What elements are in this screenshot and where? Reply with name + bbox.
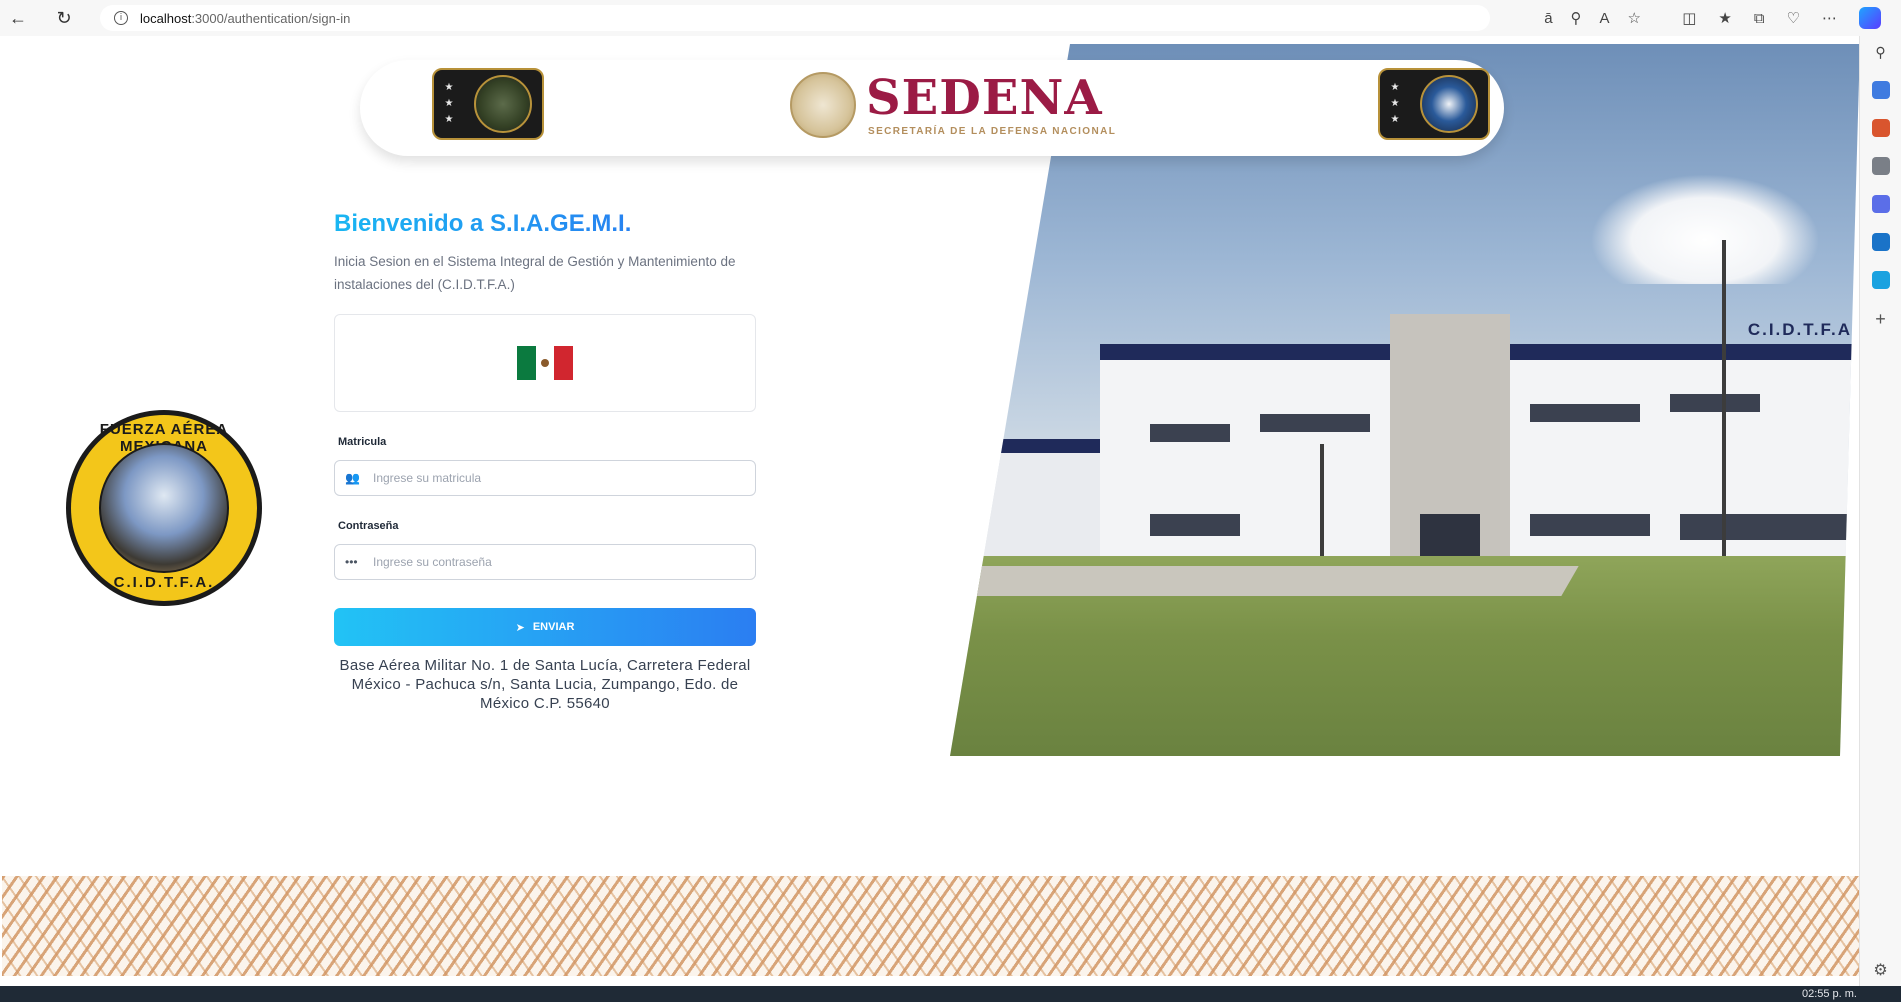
url-host: localhost <box>140 10 192 26</box>
outlook-icon[interactable] <box>1871 233 1890 251</box>
site-info-icon[interactable]: i <box>114 11 128 25</box>
browser-toolbar: ← ↻ i localhost:3000/authentication/sign… <box>0 0 1901 36</box>
windows-taskbar: 02:55 p. m. <box>0 986 1901 1002</box>
brand-subtitle: SECRETARÍA DE LA DEFENSA NACIONAL <box>868 126 1117 137</box>
page-title: Bienvenido a S.I.A.GE.M.I. <box>334 210 756 238</box>
address-bar[interactable]: i localhost:3000/authentication/sign-in <box>100 5 1490 31</box>
army-emblem-icon <box>474 75 532 133</box>
shopping-icon[interactable] <box>1871 81 1890 99</box>
zoom-icon[interactable]: ⚲ <box>1571 9 1582 27</box>
submit-label: ENVIAR <box>532 621 575 633</box>
refresh-icon[interactable]: ↻ <box>46 0 82 36</box>
matricula-label: Matricula <box>338 436 387 448</box>
games-icon[interactable] <box>1871 157 1890 175</box>
address-bar-icons: ā ⚲ A ☆ <box>1544 0 1641 36</box>
microsoft365-icon[interactable] <box>1871 195 1890 213</box>
logo-emblem-icon <box>99 443 229 573</box>
fuerza-aerea-logo: FUERZA AÉREA MEXICANA C.I.D.T.F.A. <box>66 410 262 606</box>
matricula-placeholder: Ingrese su matricula <box>373 471 482 485</box>
decorative-pattern-band <box>2 876 1859 976</box>
browser-actions: ◫ ★ ⧉ ♡ ⋯ <box>1682 0 1881 36</box>
password-dots-icon: ••• <box>345 555 358 569</box>
back-icon[interactable]: ← <box>0 0 36 36</box>
send-icon: ➤ <box>515 621 525 634</box>
building-sign: C.I.D.T.F.A <box>1747 320 1852 339</box>
users-icon: 👥 <box>345 471 360 485</box>
more-icon[interactable]: ⋯ <box>1822 9 1837 27</box>
page-subtitle: Inicia Sesion en el Sistema Integral de … <box>334 254 736 292</box>
favorite-star-icon[interactable]: ☆ <box>1628 9 1641 27</box>
tools-icon[interactable] <box>1871 119 1890 137</box>
right-insignia: ★ ★ ★ <box>1378 68 1490 140</box>
stars-icon: ★ ★ ★ <box>1390 82 1400 125</box>
favorites-icon[interactable]: ★ <box>1718 9 1731 27</box>
password-label: Contraseña <box>338 520 399 532</box>
sign-in-form: Bienvenido a S.I.A.GE.M.I. Inicia Sesion… <box>334 210 756 713</box>
header-banner: ★ ★ ★ SEDENA SECRETARÍA DE LA DEFENSA NACI… <box>360 60 1504 156</box>
edge-sidebar: ⚲ + ⚙ <box>1859 36 1901 986</box>
national-seal-icon <box>790 72 856 138</box>
translate-icon[interactable]: ā <box>1544 10 1552 27</box>
sidebar-search-icon[interactable]: ⚲ <box>1875 44 1885 61</box>
left-insignia: ★ ★ ★ <box>432 68 544 140</box>
url-path: :3000/authentication/sign-in <box>191 10 351 26</box>
password-placeholder: Ingrese su contraseña <box>373 555 492 569</box>
base-address: Base Aérea Militar No. 1 de Santa Lucía,… <box>339 657 751 712</box>
mexico-flag-icon <box>517 346 574 380</box>
submit-button[interactable]: ➤ ENVIAR <box>334 608 756 646</box>
stars-icon: ★ ★ ★ <box>444 82 454 125</box>
copilot-icon[interactable] <box>1859 7 1881 29</box>
collections-icon[interactable]: ⧉ <box>1754 10 1765 27</box>
taskbar-clock: 02:55 p. m. <box>1801 988 1857 1000</box>
sign-in-page: C.I.D.T.F.A ★ ★ ★ SEDENA SECRETARÍA DE LA … <box>2 36 1859 986</box>
settings-icon[interactable]: ⚙ <box>1873 960 1887 980</box>
read-aloud-icon[interactable]: A <box>1600 10 1610 27</box>
language-selector[interactable] <box>334 314 756 412</box>
password-input[interactable]: ••• Ingrese su contraseña <box>334 544 756 580</box>
performance-icon[interactable]: ♡ <box>1787 9 1800 27</box>
air-force-emblem-icon <box>1420 75 1478 133</box>
drop-icon[interactable] <box>1871 271 1890 289</box>
split-screen-icon[interactable]: ◫ <box>1682 9 1696 27</box>
brand-title: SEDENA <box>866 70 1103 126</box>
matricula-input[interactable]: 👥 Ingrese su matricula <box>334 460 756 496</box>
add-sidebar-icon[interactable]: + <box>1875 309 1886 330</box>
logo-bottom-text: C.I.D.T.F.A. <box>113 574 215 591</box>
